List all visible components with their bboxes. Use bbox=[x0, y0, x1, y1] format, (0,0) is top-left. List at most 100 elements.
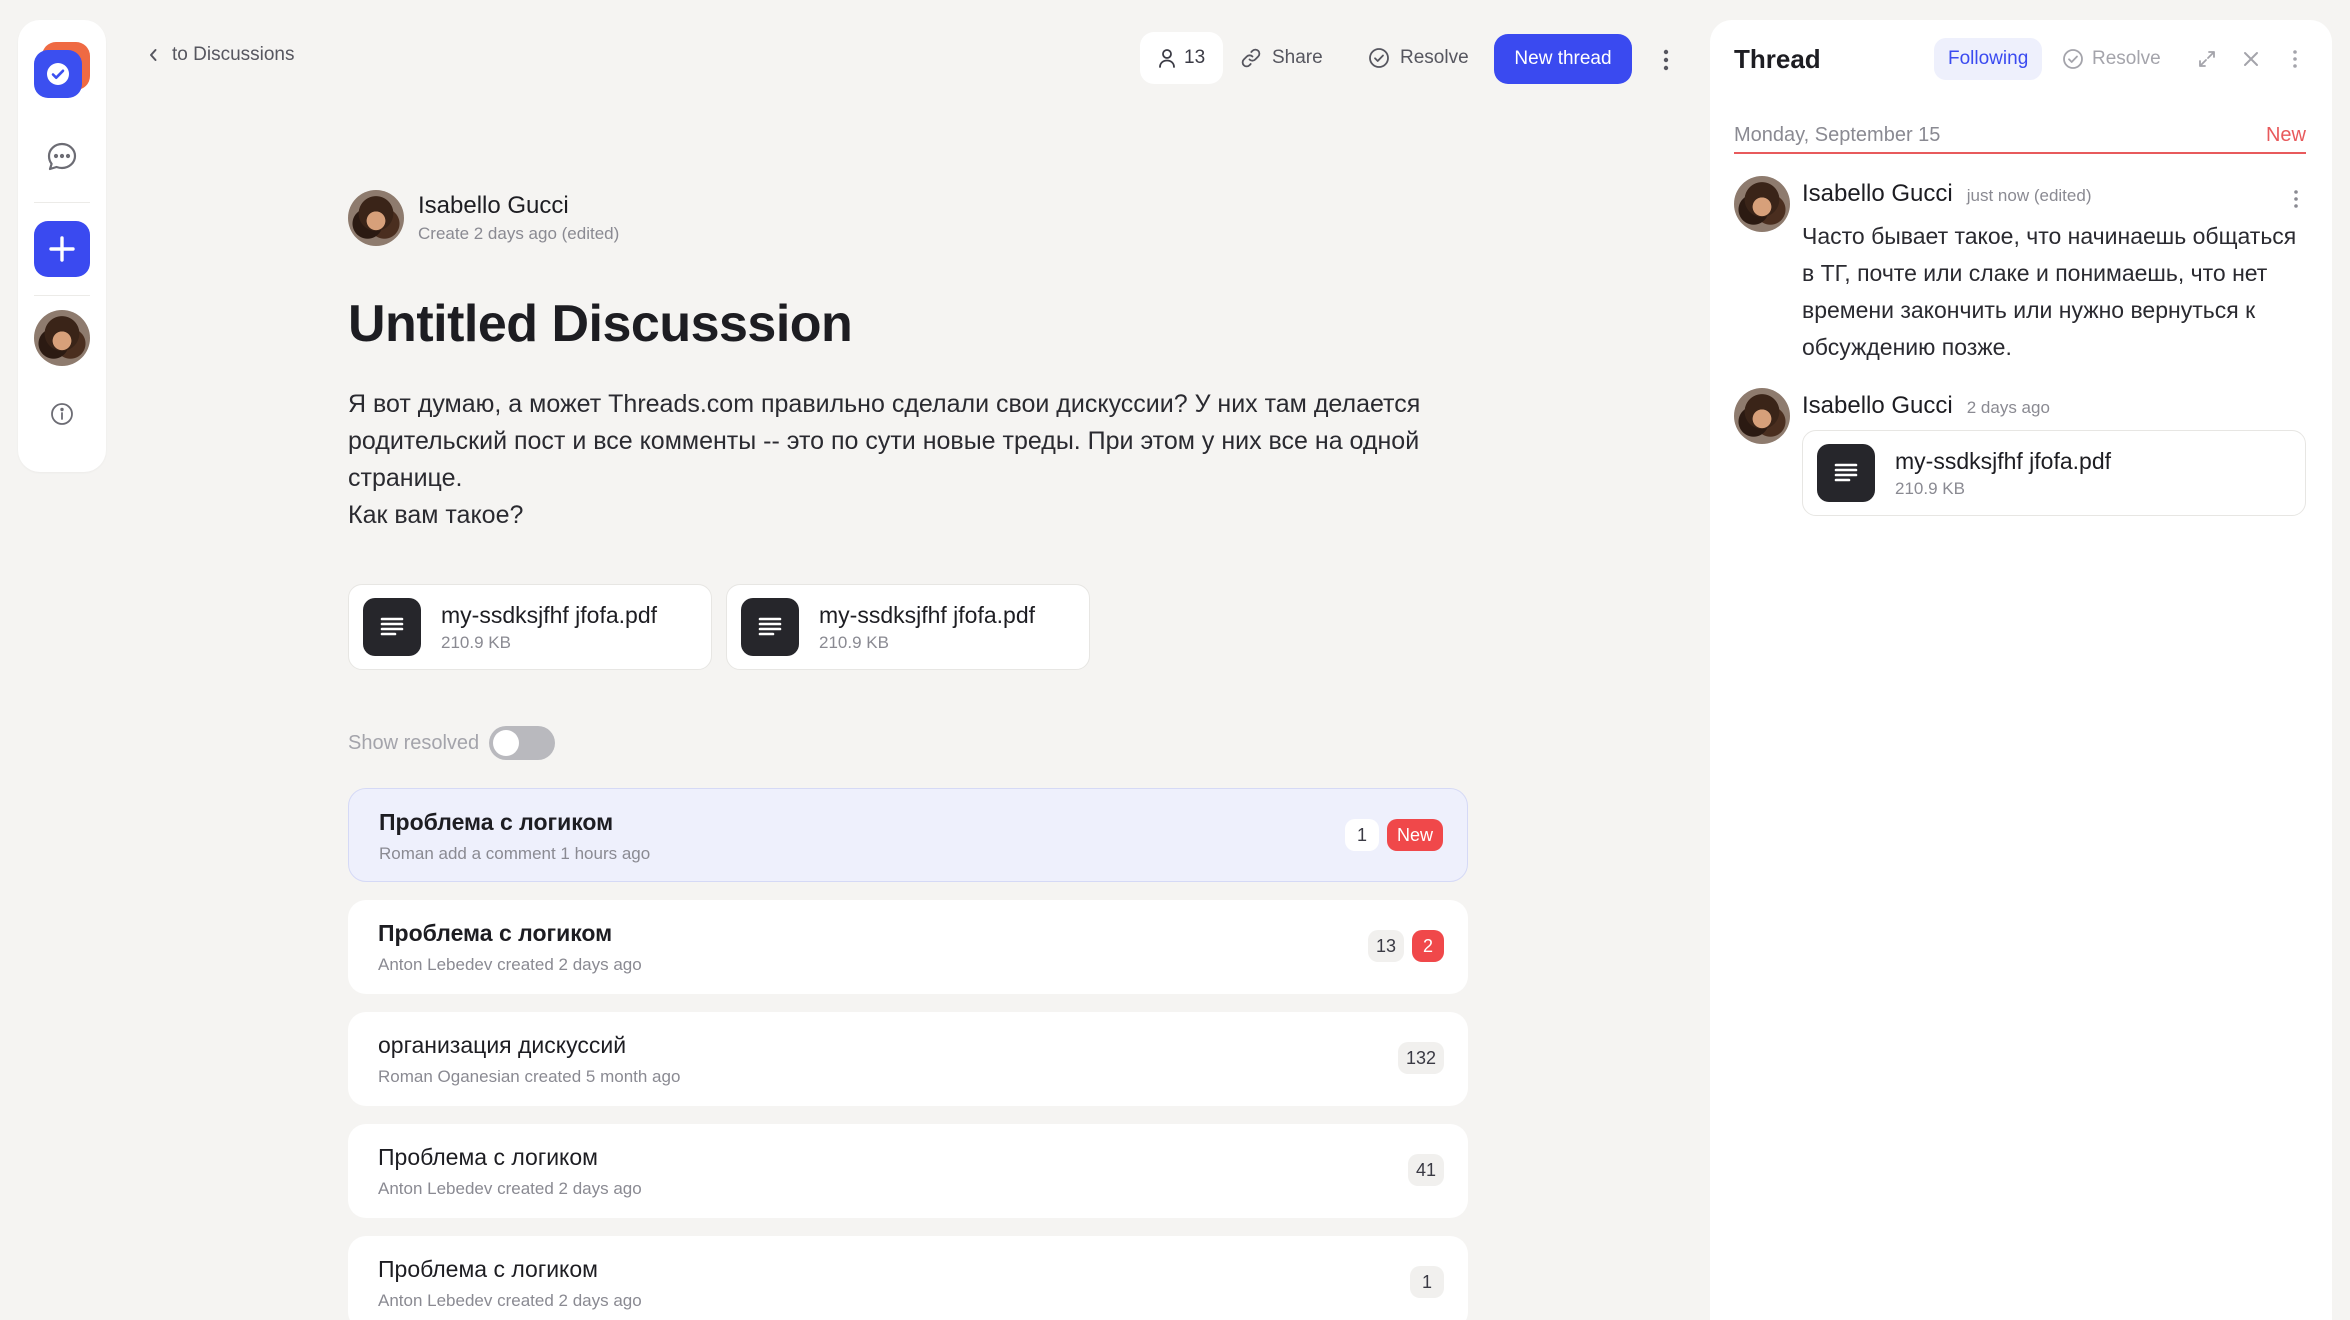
discussions-nav-button[interactable] bbox=[34, 128, 90, 184]
info-button[interactable] bbox=[42, 394, 82, 434]
message-more-button[interactable] bbox=[2286, 184, 2306, 214]
document-icon bbox=[1817, 444, 1875, 502]
more-vertical-icon bbox=[2294, 190, 2298, 208]
thread-list-item[interactable]: Проблема с логиком Anton Lebedev created… bbox=[348, 900, 1468, 994]
date-label: Monday, September 15 bbox=[1734, 124, 1941, 146]
chevron-left-icon bbox=[150, 49, 157, 61]
thread-badges: 132 bbox=[1397, 1042, 1444, 1074]
document-icon bbox=[741, 598, 799, 656]
attachment-card[interactable]: my-ssdksjfhf jfofa.pdf 210.9 KB bbox=[348, 584, 712, 670]
back-to-discussions-link[interactable]: to Discussions bbox=[148, 44, 295, 66]
thread-title: Проблема с логиком bbox=[378, 1256, 598, 1282]
show-resolved-label: Show resolved bbox=[348, 731, 480, 754]
thread-list-item[interactable]: Проблема с логиком Anton Lebedev created… bbox=[348, 1124, 1468, 1218]
panel-title: Thread bbox=[1734, 44, 1821, 74]
more-vertical-icon bbox=[2293, 50, 2297, 68]
attachment-size: 210.9 KB bbox=[1895, 478, 1965, 498]
comment-count: 41 bbox=[1407, 1154, 1444, 1186]
thread-list-item[interactable]: Проблема с логиком Anton Lebedev created… bbox=[348, 1236, 1468, 1320]
show-resolved-filter: Show resolved bbox=[348, 726, 556, 760]
attachment-size: 210.9 KB bbox=[819, 632, 889, 652]
resolve-label: Resolve bbox=[1400, 47, 1469, 68]
check-circle-icon bbox=[1369, 48, 1389, 68]
post-body-paragraph: Я вот думаю, а может Threads.com правиль… bbox=[348, 390, 1421, 492]
attachment-name: my-ssdksjfhf jfofa.pdf bbox=[441, 601, 658, 628]
message-author: Isabello Gucci bbox=[1802, 180, 1953, 207]
close-icon bbox=[2244, 52, 2258, 66]
attachment-size: 210.9 KB bbox=[441, 632, 511, 652]
thread-badges: 1 bbox=[1410, 1266, 1444, 1298]
panel-resolve-label: Resolve bbox=[2092, 48, 2161, 69]
thread-badges: 41 bbox=[1407, 1154, 1444, 1186]
thread-list-item[interactable]: организация дискуссий Roman Oganesian cr… bbox=[348, 1012, 1468, 1106]
chat-bubbles-icon bbox=[47, 142, 77, 171]
show-resolved-toggle[interactable] bbox=[489, 726, 556, 760]
comment-count: 132 bbox=[1397, 1042, 1444, 1074]
comment-count: 1 bbox=[1410, 1266, 1444, 1298]
expand-button[interactable] bbox=[2192, 44, 2222, 74]
document-icon bbox=[363, 598, 421, 656]
message-avatar[interactable] bbox=[1734, 176, 1790, 232]
panel-more-button[interactable] bbox=[2280, 44, 2310, 74]
back-link-label: to Discussions bbox=[172, 44, 295, 65]
attachment-card[interactable]: my-ssdksjfhf jfofa.pdf 210.9 KB bbox=[726, 584, 1090, 670]
app-logo[interactable] bbox=[34, 42, 90, 98]
message-header: Isabello Gucci 2 days ago bbox=[1802, 392, 2050, 420]
thread-badges: 1 New bbox=[1344, 819, 1443, 851]
message-header: Isabello Gucci just now (edited) bbox=[1802, 180, 2091, 208]
page-title: Untitled Discusssion bbox=[348, 295, 853, 353]
message-time: just now (edited) bbox=[1966, 186, 2092, 205]
user-icon bbox=[1159, 49, 1175, 68]
thread-meta: Anton Lebedev created 2 days ago bbox=[378, 1291, 642, 1310]
link-icon bbox=[1241, 48, 1261, 68]
author-avatar[interactable] bbox=[348, 190, 404, 246]
message-time: 2 days ago bbox=[1966, 398, 2050, 417]
thread-badges: 13 2 bbox=[1367, 930, 1444, 962]
check-circle-icon bbox=[2063, 49, 2083, 69]
thread-meta: Roman Oganesian created 5 month ago bbox=[378, 1067, 681, 1086]
attachment-name: my-ssdksjfhf jfofa.pdf bbox=[1895, 447, 2112, 474]
message-avatar[interactable] bbox=[1734, 388, 1790, 444]
panel-resolve-button[interactable]: Resolve bbox=[2062, 38, 2161, 80]
members-button[interactable]: 13 bbox=[1140, 32, 1224, 84]
add-button[interactable] bbox=[34, 221, 90, 277]
more-options-button[interactable] bbox=[1654, 40, 1678, 80]
message-text: Часто бывает такое, что начинаешь общать… bbox=[1802, 223, 2297, 360]
expand-icon bbox=[2199, 51, 2215, 67]
resolve-button[interactable]: Resolve bbox=[1368, 32, 1469, 84]
post-body: Я вот думаю, а может Threads.com правиль… bbox=[348, 386, 1468, 534]
new-divider-label: New bbox=[2265, 124, 2306, 146]
user-avatar[interactable] bbox=[34, 310, 90, 366]
comment-count: 13 bbox=[1367, 930, 1404, 962]
rail-divider bbox=[34, 202, 90, 203]
thread-message: Isabello Gucci just now (edited) Часто б… bbox=[1734, 176, 2306, 376]
more-vertical-icon bbox=[1663, 49, 1669, 71]
rail-divider bbox=[34, 295, 90, 296]
check-logo-icon bbox=[34, 50, 82, 98]
thread-panel: Thread Following Resolve Monday, Septemb… bbox=[1710, 20, 2332, 1320]
thread-title: Проблема с логиком bbox=[378, 920, 613, 946]
new-badge: New bbox=[1386, 819, 1443, 851]
thread-list-item[interactable]: Проблема с логиком Roman add a comment 1… bbox=[348, 788, 1468, 882]
share-button[interactable]: Share bbox=[1240, 32, 1323, 84]
post-author: Isabello Gucci Create 2 days ago (edited… bbox=[348, 190, 619, 246]
thread-meta: Roman add a comment 1 hours ago bbox=[379, 844, 651, 863]
message-author: Isabello Gucci bbox=[1802, 392, 1953, 419]
info-icon bbox=[51, 403, 73, 425]
thread-meta: Anton Lebedev created 2 days ago bbox=[378, 955, 642, 974]
members-count: 13 bbox=[1184, 47, 1206, 68]
comment-count: 1 bbox=[1344, 819, 1379, 851]
close-button[interactable] bbox=[2236, 44, 2266, 74]
post-body-paragraph: Как вам такое? bbox=[348, 501, 524, 529]
following-button[interactable]: Following bbox=[1934, 38, 2043, 80]
author-name: Isabello Gucci bbox=[418, 192, 569, 219]
message-attachment-card[interactable]: my-ssdksjfhf jfofa.pdf 210.9 KB bbox=[1802, 430, 2306, 516]
thread-title: организация дискуссий bbox=[378, 1032, 627, 1058]
left-rail bbox=[18, 20, 106, 472]
thread-meta: Anton Lebedev created 2 days ago bbox=[378, 1179, 642, 1198]
thread-title: Проблема с логиком bbox=[379, 809, 614, 835]
unread-badge: 2 bbox=[1412, 930, 1444, 962]
new-thread-button[interactable]: New thread bbox=[1494, 34, 1632, 84]
thread-message: Isabello Gucci 2 days ago my-ssdksjfhf j… bbox=[1734, 388, 2306, 528]
share-label: Share bbox=[1272, 47, 1323, 68]
